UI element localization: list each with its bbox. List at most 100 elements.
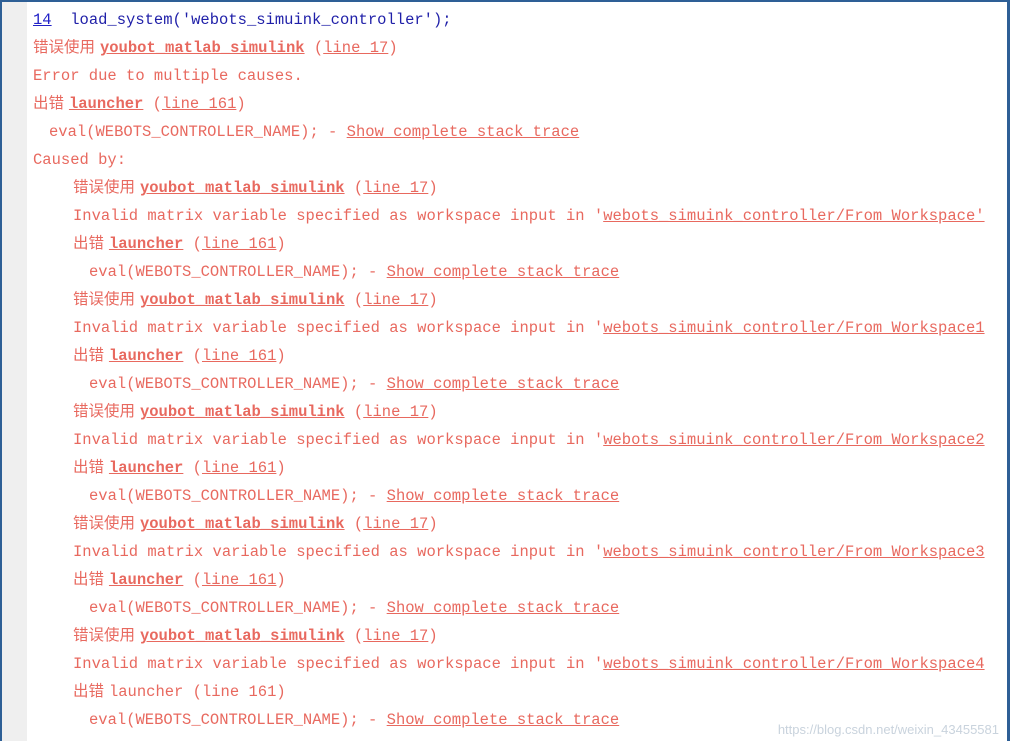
error-prefix-label: 错误使用	[73, 290, 140, 308]
console-line: 错误使用 youbot_matlab_simulink (line 17)	[27, 508, 1007, 536]
console-line: 出错 launcher (line 161)	[27, 88, 1007, 116]
function-link-youbot[interactable]: youbot_matlab_simulink	[140, 403, 345, 421]
paren-close: )	[236, 95, 246, 113]
workspace-block-link[interactable]: webots_simuink_controller/From Workspace…	[603, 431, 984, 449]
line-link-161[interactable]: line 161	[202, 347, 276, 365]
show-stack-trace-link[interactable]: Show complete stack trace	[387, 375, 620, 393]
command-window-gutter	[2, 2, 27, 741]
paren-close: )	[276, 571, 286, 589]
console-line: eval(WEBOTS_CONTROLLER_NAME); - Show com…	[27, 480, 1007, 508]
eval-text: eval(WEBOTS_CONTROLLER_NAME); -	[49, 123, 347, 141]
paren-open: (	[353, 515, 364, 533]
function-link-launcher[interactable]: launcher	[109, 347, 183, 365]
line-link-17[interactable]: line 17	[363, 291, 428, 309]
function-link-launcher[interactable]: launcher	[69, 95, 143, 113]
line-number-link[interactable]: 14	[33, 11, 52, 29]
error-prefix-label: 错误使用	[73, 402, 140, 420]
error-message-text: Caused by:	[33, 151, 127, 169]
error-prefix-label: 错误使用	[73, 178, 140, 196]
line-link-17[interactable]: line 17	[363, 627, 428, 645]
paren-open: (	[192, 459, 202, 477]
console-line: 错误使用 youbot_matlab_simulink (line 17)	[27, 284, 1007, 312]
show-stack-trace-link[interactable]: Show complete stack trace	[387, 263, 620, 281]
paren-open: (	[192, 571, 202, 589]
console-line: 错误使用 youbot_matlab_simulink (line 17)	[27, 620, 1007, 648]
function-link-launcher[interactable]: launcher	[109, 571, 183, 589]
invalid-matrix-text: Invalid matrix variable specified as wor…	[73, 207, 604, 225]
error-prefix-label: 错误使用	[33, 38, 100, 56]
eval-text: eval(WEBOTS_CONTROLLER_NAME); -	[89, 375, 387, 393]
paren-open: (	[353, 627, 364, 645]
paren-open: (	[192, 235, 202, 253]
function-link-youbot[interactable]: youbot_matlab_simulink	[100, 39, 305, 57]
line-link-161[interactable]: line 161	[162, 95, 236, 113]
command-window-output[interactable]: 14 load_system('webots_simuink_controlle…	[27, 2, 1007, 741]
eval-text: eval(WEBOTS_CONTROLLER_NAME); -	[89, 263, 387, 281]
line-link-17[interactable]: line 17	[363, 179, 428, 197]
paren-open: (	[152, 95, 162, 113]
paren-close: )	[428, 179, 438, 197]
console-line: eval(WEBOTS_CONTROLLER_NAME); - Show com…	[27, 256, 1007, 284]
paren-open: (	[192, 347, 202, 365]
paren-open: (	[353, 403, 364, 421]
workspace-block-link[interactable]: webots_simuink_controller/From Workspace…	[603, 543, 984, 561]
paren-close: )	[428, 291, 438, 309]
invalid-matrix-text: Invalid matrix variable specified as wor…	[73, 319, 604, 337]
line-link-161[interactable]: line 161	[202, 459, 276, 477]
function-link-launcher[interactable]: launcher	[109, 235, 183, 253]
console-line: 出错 launcher (line 161)	[27, 676, 1007, 704]
console-line: 错误使用 youbot_matlab_simulink (line 17)	[27, 396, 1007, 424]
console-line: eval(WEBOTS_CONTROLLER_NAME); - Show com…	[27, 368, 1007, 396]
matlab-command-window[interactable]: 14 load_system('webots_simuink_controlle…	[0, 0, 1010, 741]
console-line: 错误使用 youbot_matlab_simulink (line 17)	[27, 172, 1007, 200]
paren-close: )	[428, 627, 438, 645]
workspace-block-link[interactable]: webots_simuink_controller/From Workspace…	[603, 655, 984, 673]
console-line: Invalid matrix variable specified as wor…	[27, 536, 1007, 564]
stack-prefix-label: 出错	[73, 234, 109, 252]
stack-prefix-label: 出错	[73, 570, 109, 588]
line-link-17[interactable]: line 17	[363, 515, 428, 533]
line-link-161[interactable]: line 161	[202, 571, 276, 589]
paren-close: )	[388, 39, 398, 57]
stack-text-plain: launcher (line 161)	[108, 683, 286, 701]
console-line: 出错 launcher (line 161)	[27, 564, 1007, 592]
paren-close: )	[276, 459, 286, 477]
command-text: load_system('webots_simuink_controller')…	[51, 11, 452, 29]
line-link-161[interactable]: line 161	[202, 235, 276, 253]
function-link-youbot[interactable]: youbot_matlab_simulink	[140, 179, 345, 197]
console-line: Invalid matrix variable specified as wor…	[27, 312, 1007, 340]
eval-text: eval(WEBOTS_CONTROLLER_NAME); -	[89, 599, 387, 617]
function-link-youbot[interactable]: youbot_matlab_simulink	[140, 515, 345, 533]
stack-prefix-label: 出错	[73, 346, 109, 364]
function-link-youbot[interactable]: youbot_matlab_simulink	[140, 291, 345, 309]
error-prefix-label: 错误使用	[73, 514, 140, 532]
show-stack-trace-link[interactable]: Show complete stack trace	[387, 599, 620, 617]
stack-prefix-label: 出错	[73, 682, 109, 700]
paren-close: )	[276, 235, 286, 253]
console-line: Error due to multiple causes.	[27, 60, 1007, 88]
function-link-launcher[interactable]: launcher	[109, 459, 183, 477]
paren-close: )	[276, 347, 286, 365]
line-link-17[interactable]: line 17	[323, 39, 388, 57]
show-stack-trace-link[interactable]: Show complete stack trace	[347, 123, 580, 141]
eval-text: eval(WEBOTS_CONTROLLER_NAME); -	[89, 487, 387, 505]
stack-prefix-label: 出错	[33, 94, 69, 112]
function-link-youbot[interactable]: youbot_matlab_simulink	[140, 627, 345, 645]
show-stack-trace-link[interactable]: Show complete stack trace	[387, 487, 620, 505]
console-line: Caused by:	[27, 144, 1007, 172]
invalid-matrix-text: Invalid matrix variable specified as wor…	[73, 655, 604, 673]
workspace-block-link[interactable]: webots_simuink_controller/From Workspace…	[603, 207, 984, 225]
line-link-17[interactable]: line 17	[363, 403, 428, 421]
console-line: 出错 launcher (line 161)	[27, 452, 1007, 480]
error-message-text: Error due to multiple causes.	[33, 67, 303, 85]
show-stack-trace-link[interactable]: Show complete stack trace	[387, 711, 620, 729]
workspace-block-link[interactable]: webots_simuink_controller/From Workspace…	[603, 319, 984, 337]
invalid-matrix-text: Invalid matrix variable specified as wor…	[73, 431, 604, 449]
